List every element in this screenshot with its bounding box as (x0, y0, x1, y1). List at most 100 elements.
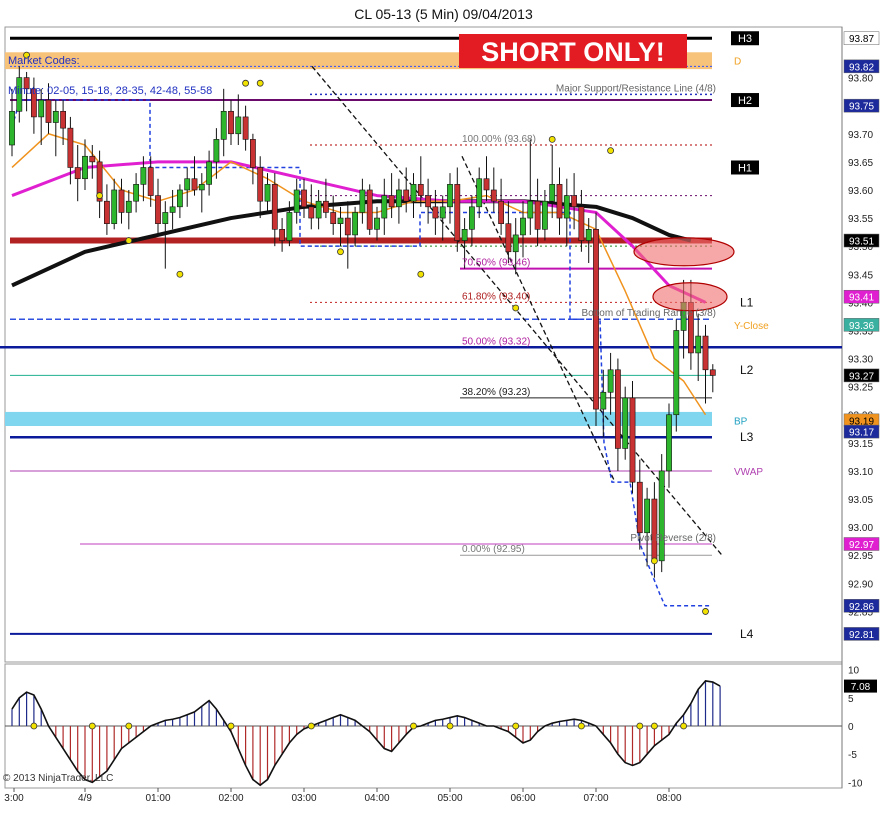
y-tick-label: 93.05 (848, 495, 873, 506)
oscillator-tick-label: -5 (848, 750, 857, 761)
candle-body (155, 195, 161, 224)
y-tick-label: 93.10 (848, 467, 873, 478)
candle-body (374, 217, 380, 230)
oscillator-dot (125, 722, 133, 730)
candle-body (322, 200, 329, 213)
candle-body (235, 116, 242, 135)
x-tick-label: 3:00 (4, 793, 24, 804)
candle-body (198, 184, 205, 191)
price-label: 93.17 (849, 428, 874, 439)
y-tick-label: 93.80 (848, 74, 873, 85)
oscillator-dot (578, 722, 585, 730)
candle-body (257, 167, 264, 202)
x-tick-label: 05:00 (437, 793, 462, 804)
candle[interactable] (629, 381, 636, 494)
price-label: 93.41 (849, 293, 874, 304)
candle-body (425, 195, 431, 208)
candle-body (220, 110, 227, 140)
level-tag: VWAP (734, 467, 763, 478)
candle-body (359, 189, 366, 213)
candle-body (104, 200, 110, 224)
candle-body (607, 369, 614, 393)
candle-body (468, 206, 475, 230)
chart-title: CL 05-13 (5 Min) 09/04/2013 (354, 6, 533, 22)
x-tick-label: 01:00 (145, 793, 170, 804)
candle-body (556, 184, 563, 219)
candle-body (483, 178, 490, 191)
candle-body (250, 139, 256, 168)
candle-body (184, 178, 191, 191)
x-tick-label: 04:00 (364, 793, 389, 804)
copyright-label: © 2013 NinjaTrader, LLC (3, 773, 113, 784)
swing-dot (256, 79, 264, 87)
price-chart[interactable]: CL 05-13 (5 Min) 09/04/2013 100.00% (93.6… (0, 0, 887, 830)
x-tick-label: 02:00 (218, 793, 243, 804)
candle-body (177, 189, 183, 208)
fib-label: 50.00% (93.32) (462, 336, 530, 347)
swing-dot (242, 79, 250, 87)
price-label: 93.82 (849, 62, 874, 73)
price-label: 93.75 (849, 102, 874, 113)
candle-body (82, 155, 88, 180)
candle-body (111, 189, 118, 224)
level-tag: D (734, 57, 741, 68)
candle-body (118, 189, 125, 213)
candle[interactable] (622, 386, 629, 460)
swing-dot (512, 304, 520, 312)
candle-body (213, 139, 220, 163)
y-tick-label: 93.65 (848, 158, 873, 169)
y-tick-label: 93.00 (848, 523, 873, 534)
candle-body (125, 200, 132, 213)
fib-label: 100.00% (93.68) (462, 134, 536, 145)
candle-body (264, 184, 271, 202)
fib-label: 70.50% (93.46) (462, 258, 530, 269)
candle-body (666, 414, 672, 472)
oscillator-dot (651, 722, 658, 730)
candle[interactable] (366, 184, 373, 235)
price-panel (4, 26, 843, 663)
candle-body (38, 99, 45, 118)
pivot-zone (5, 411, 712, 426)
candle-body (45, 99, 52, 123)
oscillator-dot (636, 722, 644, 730)
candle-body (74, 167, 81, 180)
y-tick-label: 93.25 (848, 383, 873, 394)
candle[interactable] (673, 319, 680, 432)
candle-body (381, 195, 388, 219)
candle-body (344, 217, 351, 236)
candle-body (169, 206, 176, 213)
swing-dot (607, 147, 614, 155)
candle-body (636, 481, 643, 534)
candle-body (454, 184, 461, 241)
price-label: 93.51 (849, 237, 874, 248)
candle-body (388, 195, 395, 208)
oscillator-dot (307, 722, 315, 730)
price-label: 93.36 (849, 321, 874, 332)
candle-body (614, 369, 621, 449)
candle-body (352, 212, 358, 236)
candle[interactable] (658, 454, 665, 573)
oscillator-dot (512, 722, 520, 730)
price-label: 93.87 (849, 34, 874, 45)
candle-body (432, 206, 439, 219)
annotation-label: Major Support/Resistance Line (4/8) (556, 83, 716, 94)
candle-body (490, 189, 497, 202)
x-tick-label: 08:00 (656, 793, 681, 804)
candle-body (395, 189, 402, 208)
x-tick-label: 07:00 (583, 793, 608, 804)
candle-body (330, 212, 337, 224)
candle-body (242, 116, 249, 140)
candle-body (417, 184, 424, 196)
oscillator-value: 7.08 (851, 682, 871, 693)
candle-body (286, 212, 293, 241)
candle-body (498, 200, 504, 224)
price-label: 93.27 (849, 371, 874, 382)
y-tick-label: 93.70 (848, 130, 873, 141)
level-tag: H1 (738, 162, 752, 174)
candle-body (476, 178, 483, 208)
candle-body (67, 127, 74, 168)
candle-body (447, 184, 453, 208)
level-tag: BP (734, 416, 748, 427)
candle-body (702, 335, 709, 371)
candle-body (520, 217, 526, 236)
